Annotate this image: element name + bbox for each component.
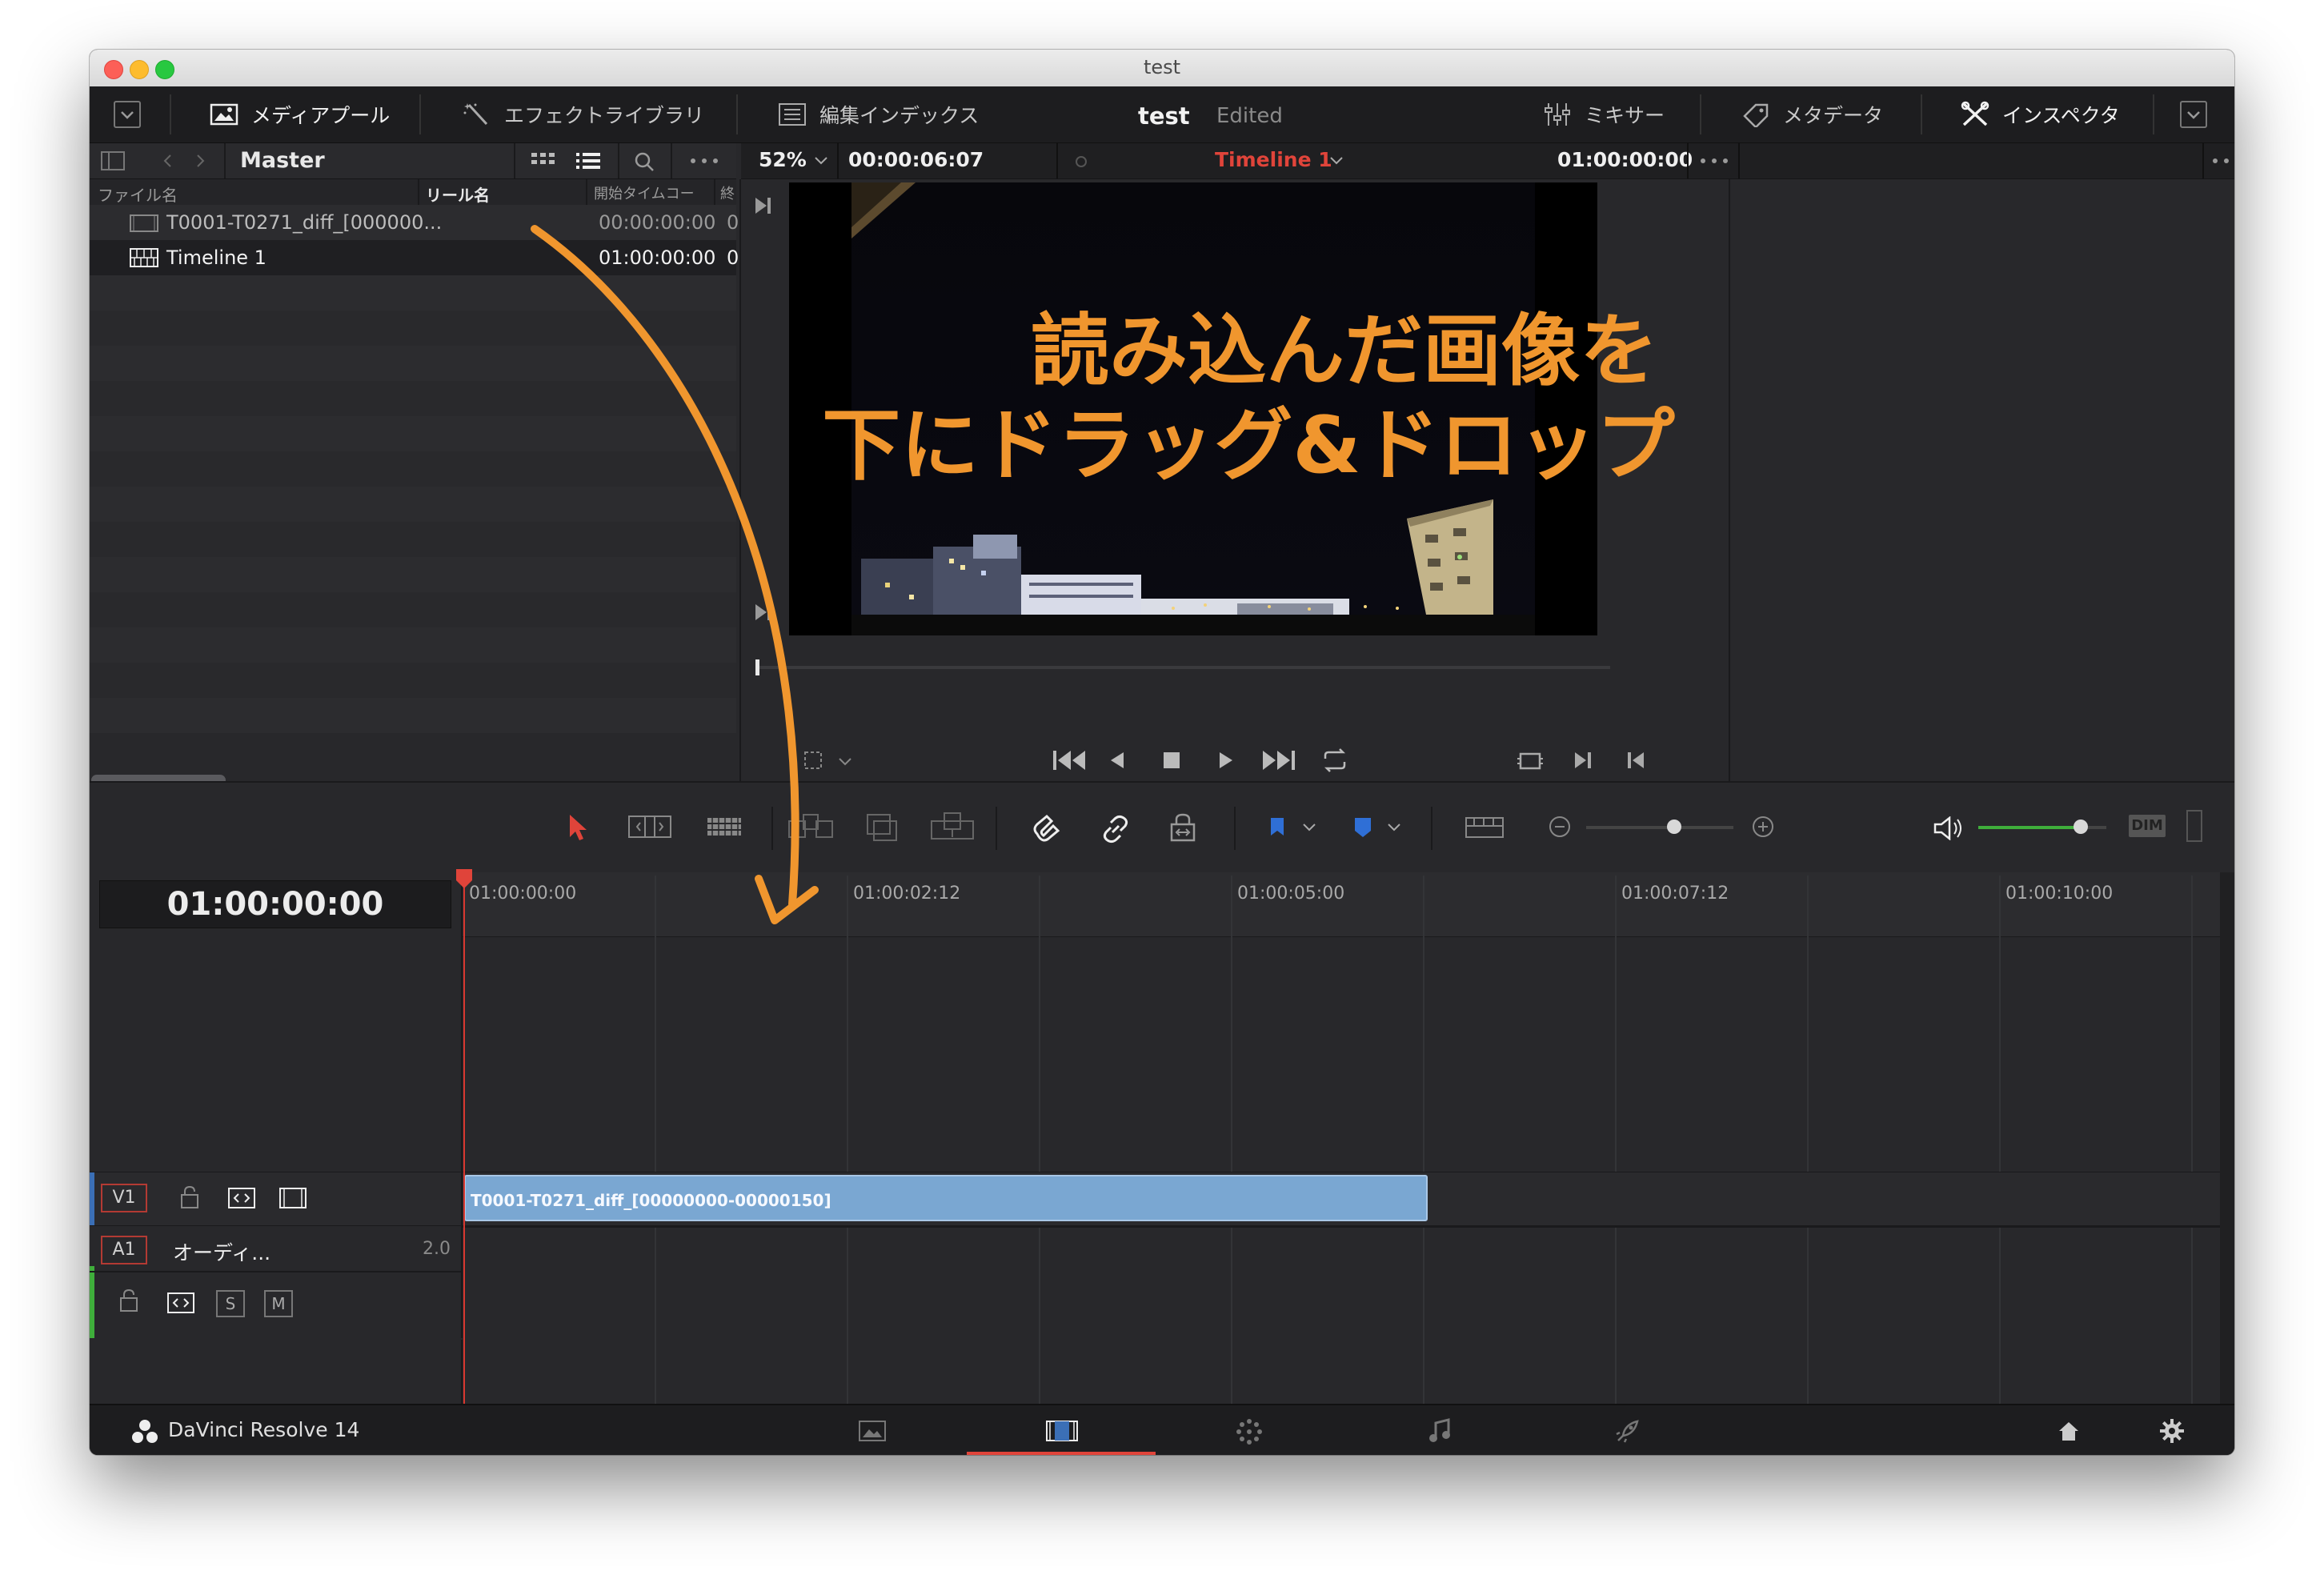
annotation-overlay bbox=[531, 225, 819, 924]
annotation-line-1: 読み込んだ画像を bbox=[1030, 306, 1658, 397]
annotation-arrow-line bbox=[531, 225, 799, 908]
annotation-line-2: 下にドラッグ&ドロップ bbox=[822, 400, 1675, 491]
annotation-caption: 読み込んだ画像を 下にドラッグ&ドロップ bbox=[800, 304, 1761, 493]
annotation-arrow-head bbox=[755, 875, 819, 924]
